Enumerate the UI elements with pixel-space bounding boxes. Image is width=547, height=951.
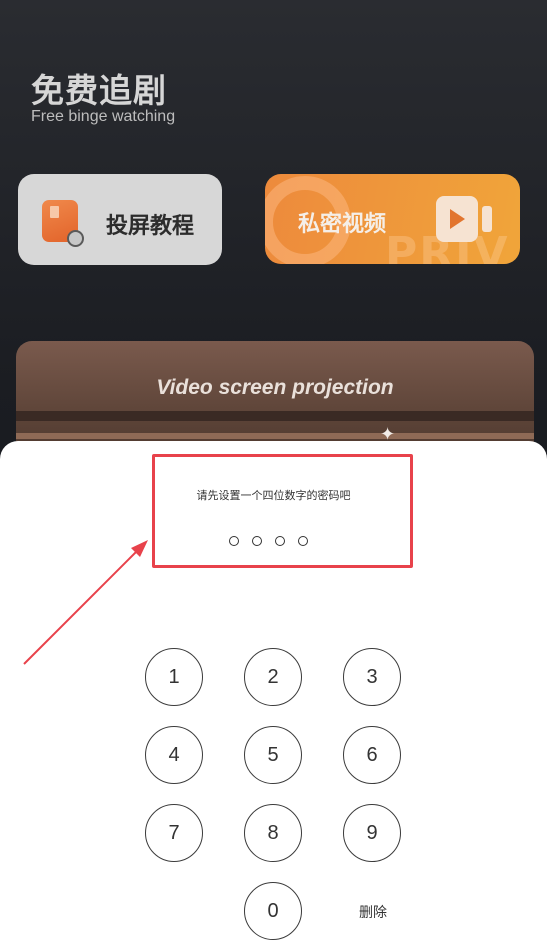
private-video-label: 私密视频 [298,212,387,237]
keypad-key-6[interactable]: 6 [343,726,401,784]
video-camera-icon [436,196,492,242]
keypad-key-8[interactable]: 8 [244,804,302,862]
keypad-key-4[interactable]: 4 [145,726,203,784]
page-subtitle: Free binge watching [31,108,176,125]
keypad-key-7[interactable]: 7 [145,804,203,862]
cast-tutorial-icon [42,200,84,247]
keypad-key-0[interactable]: 0 [244,882,302,940]
banner-text: Video screen projection [156,376,394,399]
keypad-key-9[interactable]: 9 [343,804,401,862]
delete-button[interactable]: 删除 [345,902,401,922]
page-title: 免费追剧 [31,71,167,110]
cast-tutorial-label: 投屏教程 [106,214,195,239]
keypad-key-5[interactable]: 5 [244,726,302,784]
highlight-box [152,454,413,568]
keypad-key-1[interactable]: 1 [145,648,203,706]
keypad-key-2[interactable]: 2 [244,648,302,706]
cast-tutorial-card[interactable]: 投屏教程 [18,174,222,265]
private-video-card[interactable]: PRIV 私密视频 [265,174,520,264]
keypad-key-3[interactable]: 3 [343,648,401,706]
